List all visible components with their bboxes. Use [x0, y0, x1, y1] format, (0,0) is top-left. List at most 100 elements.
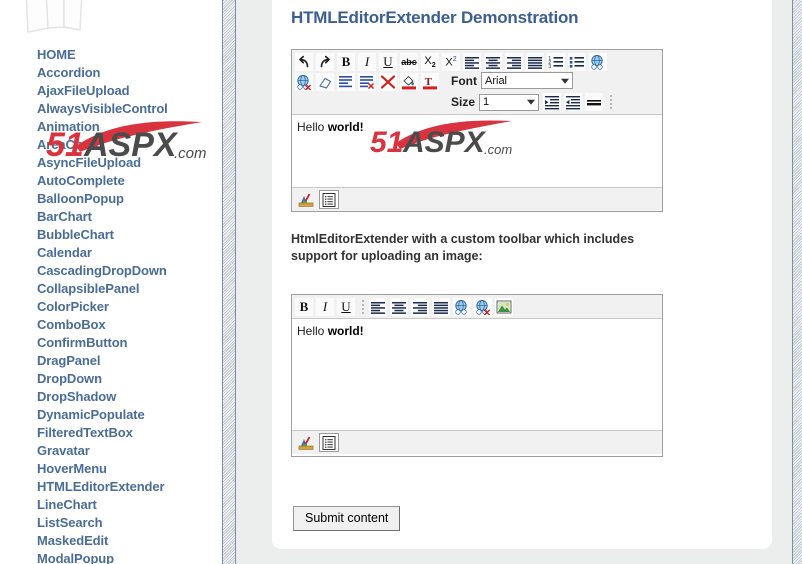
bold-icon[interactable]: B	[294, 297, 314, 317]
editor2-content-area[interactable]: Hello world!	[292, 319, 662, 430]
sidebar-item-confirmbutton[interactable]: ConfirmButton	[0, 334, 222, 352]
custom-toolbar-caption: HtmlEditorExtender with a custom toolbar…	[291, 232, 635, 263]
editor1-design-view-tab[interactable]	[296, 190, 316, 209]
sidebar-item-areachart[interactable]: AreaChart	[0, 136, 222, 154]
subscript-icon[interactable]: X2	[420, 52, 440, 72]
submit-content-button[interactable]: Submit content	[293, 506, 401, 531]
size-label: Size	[451, 95, 476, 109]
undo-icon[interactable]	[294, 52, 314, 72]
font-size-controls: Font Arial Size 1	[445, 72, 616, 112]
editor1-status-bar	[292, 187, 662, 211]
browser-page: HOME Accordion AjaxFileUpload AlwaysVisible…	[0, 0, 802, 564]
italic-icon[interactable]: I	[315, 297, 335, 317]
sidebar-item-maskededit[interactable]: MaskedEdit	[0, 532, 222, 550]
delete-icon[interactable]	[378, 72, 398, 92]
sidebar-item-balloonpopup[interactable]: BalloonPopup	[0, 190, 222, 208]
pages-logo-icon	[25, 0, 83, 33]
font-family-value: Arial	[485, 74, 508, 87]
sidebar-item-collapsiblepanel[interactable]: CollapsiblePanel	[0, 280, 222, 298]
html-editor-default: B I Uabc X2 X2 1 2 3 T Font Arial Size 1 Hello worl…	[291, 49, 663, 212]
sidebar-item-combobox[interactable]: ComboBox	[0, 316, 222, 334]
align-left-icon[interactable]	[368, 297, 388, 317]
sidebar-item-modalpopup[interactable]: ModalPopup	[0, 550, 222, 564]
sidebar-item-dragpanel[interactable]: DragPanel	[0, 352, 222, 370]
underline-icon[interactable]: U	[336, 297, 356, 317]
align-right-icon[interactable]	[410, 297, 430, 317]
justify-icon[interactable]	[431, 297, 451, 317]
editor1-toolbar-row1: B I Uabc X2 X2 1 2 3	[294, 52, 609, 72]
font-size-value: 1	[483, 96, 490, 108]
sidebar-item-ajaxfileupload[interactable]: AjaxFileUpload	[0, 82, 222, 100]
left-scrollbar-divider[interactable]	[222, 0, 238, 564]
font-row: Font Arial	[445, 72, 616, 89]
sidebar-item-dropdown[interactable]: DropDown	[0, 370, 222, 388]
sidebar-item-home[interactable]: HOME	[0, 46, 222, 64]
strikethrough-icon[interactable]: abc	[399, 52, 419, 72]
foreground-color-icon[interactable]: T	[420, 72, 440, 92]
underline-icon[interactable]: U	[378, 52, 398, 72]
sidebar-item-animation[interactable]: Animation	[0, 118, 222, 136]
sidebar-item-accordion[interactable]: Accordion	[0, 64, 222, 82]
editor2-text-bold: world!	[327, 324, 364, 338]
align-left-icon[interactable]	[462, 52, 482, 72]
align-right-icon[interactable]	[504, 52, 524, 72]
size-row: Size 1	[445, 92, 616, 112]
outdent-icon[interactable]	[563, 92, 584, 112]
sidebar-item-dynamicpopulate[interactable]: DynamicPopulate	[0, 406, 222, 424]
justify-icon[interactable]	[525, 52, 545, 72]
font-family-select[interactable]: Arial	[481, 72, 573, 89]
sidebar-item-listsearch[interactable]: ListSearch	[0, 514, 222, 532]
editor2-toolbar-row1: BIU	[294, 297, 515, 317]
editor1-toolbar-row2: T Font Arial Size 1	[294, 72, 616, 112]
sidebar-item-gravatar[interactable]: Gravatar	[0, 442, 222, 460]
editor2-status-bar	[292, 430, 662, 454]
sidebar-item-calendar[interactable]: Calendar	[0, 244, 222, 262]
toolbar-separator	[359, 297, 366, 317]
align-center-icon[interactable]	[389, 297, 409, 317]
sidebar-item-alwaysvisiblecontrol[interactable]: AlwaysVisibleControl	[0, 100, 222, 118]
insert-image-icon[interactable]	[494, 297, 514, 317]
insert-link-icon[interactable]	[588, 52, 608, 72]
editor2-html-source-view-tab[interactable]	[319, 433, 339, 452]
paragraph-indent-icon[interactable]	[336, 72, 356, 92]
remove-format-icon[interactable]	[357, 72, 377, 92]
sidebar-item-autocomplete[interactable]: AutoComplete	[0, 172, 222, 190]
right-scrollbar[interactable]	[792, 0, 802, 564]
sidebar-item-hovermenu[interactable]: HoverMenu	[0, 460, 222, 478]
watermark-51aspx-editor: 51 ASPX .com	[370, 120, 512, 156]
font-size-select[interactable]: 1	[479, 93, 540, 111]
sidebar-item-barchart[interactable]: BarChart	[0, 208, 222, 226]
sidebar-item-colorpicker[interactable]: ColorPicker	[0, 298, 222, 316]
remove-link-icon[interactable]	[294, 72, 314, 92]
sidebar-item-linechart[interactable]: LineChart	[0, 496, 222, 514]
unordered-list-icon[interactable]	[567, 52, 587, 72]
remove-link-icon[interactable]	[473, 297, 493, 317]
eraser-icon[interactable]	[315, 72, 335, 92]
svg-text:ASPX: ASPX	[402, 126, 487, 156]
sidebar-item-bubblechart[interactable]: BubbleChart	[0, 226, 222, 244]
background-color-icon[interactable]	[399, 72, 419, 92]
bold-icon[interactable]: B	[336, 52, 356, 72]
superscript-icon[interactable]: X2	[441, 52, 461, 72]
sidebar-nav: HOME Accordion AjaxFileUpload AlwaysVisible…	[0, 46, 222, 564]
sidebar-item-filteredtextbox[interactable]: FilteredTextBox	[0, 424, 222, 442]
horizontal-rule-icon[interactable]	[584, 92, 605, 112]
editor1-html-source-view-tab[interactable]	[319, 190, 339, 209]
ordered-list-icon[interactable]: 123	[546, 52, 566, 72]
editor1-content-area[interactable]: Hello world! 51 ASPX .com	[292, 115, 662, 187]
editor1-text: Hello world!	[297, 120, 364, 134]
redo-icon[interactable]	[315, 52, 335, 72]
page-title: HTMLEditorExtender Demonstration	[291, 8, 579, 27]
sidebar-item-dropshadow[interactable]: DropShadow	[0, 388, 222, 406]
editor2-design-view-tab[interactable]	[296, 433, 316, 452]
sidebar-item-asyncfileupload[interactable]: AsyncFileUpload	[0, 154, 222, 172]
italic-icon[interactable]: I	[357, 52, 377, 72]
insert-link-icon[interactable]	[452, 297, 472, 317]
indent-icon[interactable]	[542, 92, 563, 112]
align-center-icon[interactable]	[483, 52, 503, 72]
editor2-text-plain: Hello	[297, 324, 328, 338]
sidebar-item-cascadingdropdown[interactable]: CascadingDropDown	[0, 262, 222, 280]
svg-text:T: T	[425, 76, 433, 88]
sidebar-item-htmleditorextender[interactable]: HTMLEditorExtender	[0, 478, 222, 496]
sidebar: HOME Accordion AjaxFileUpload AlwaysVisible…	[0, 0, 222, 564]
